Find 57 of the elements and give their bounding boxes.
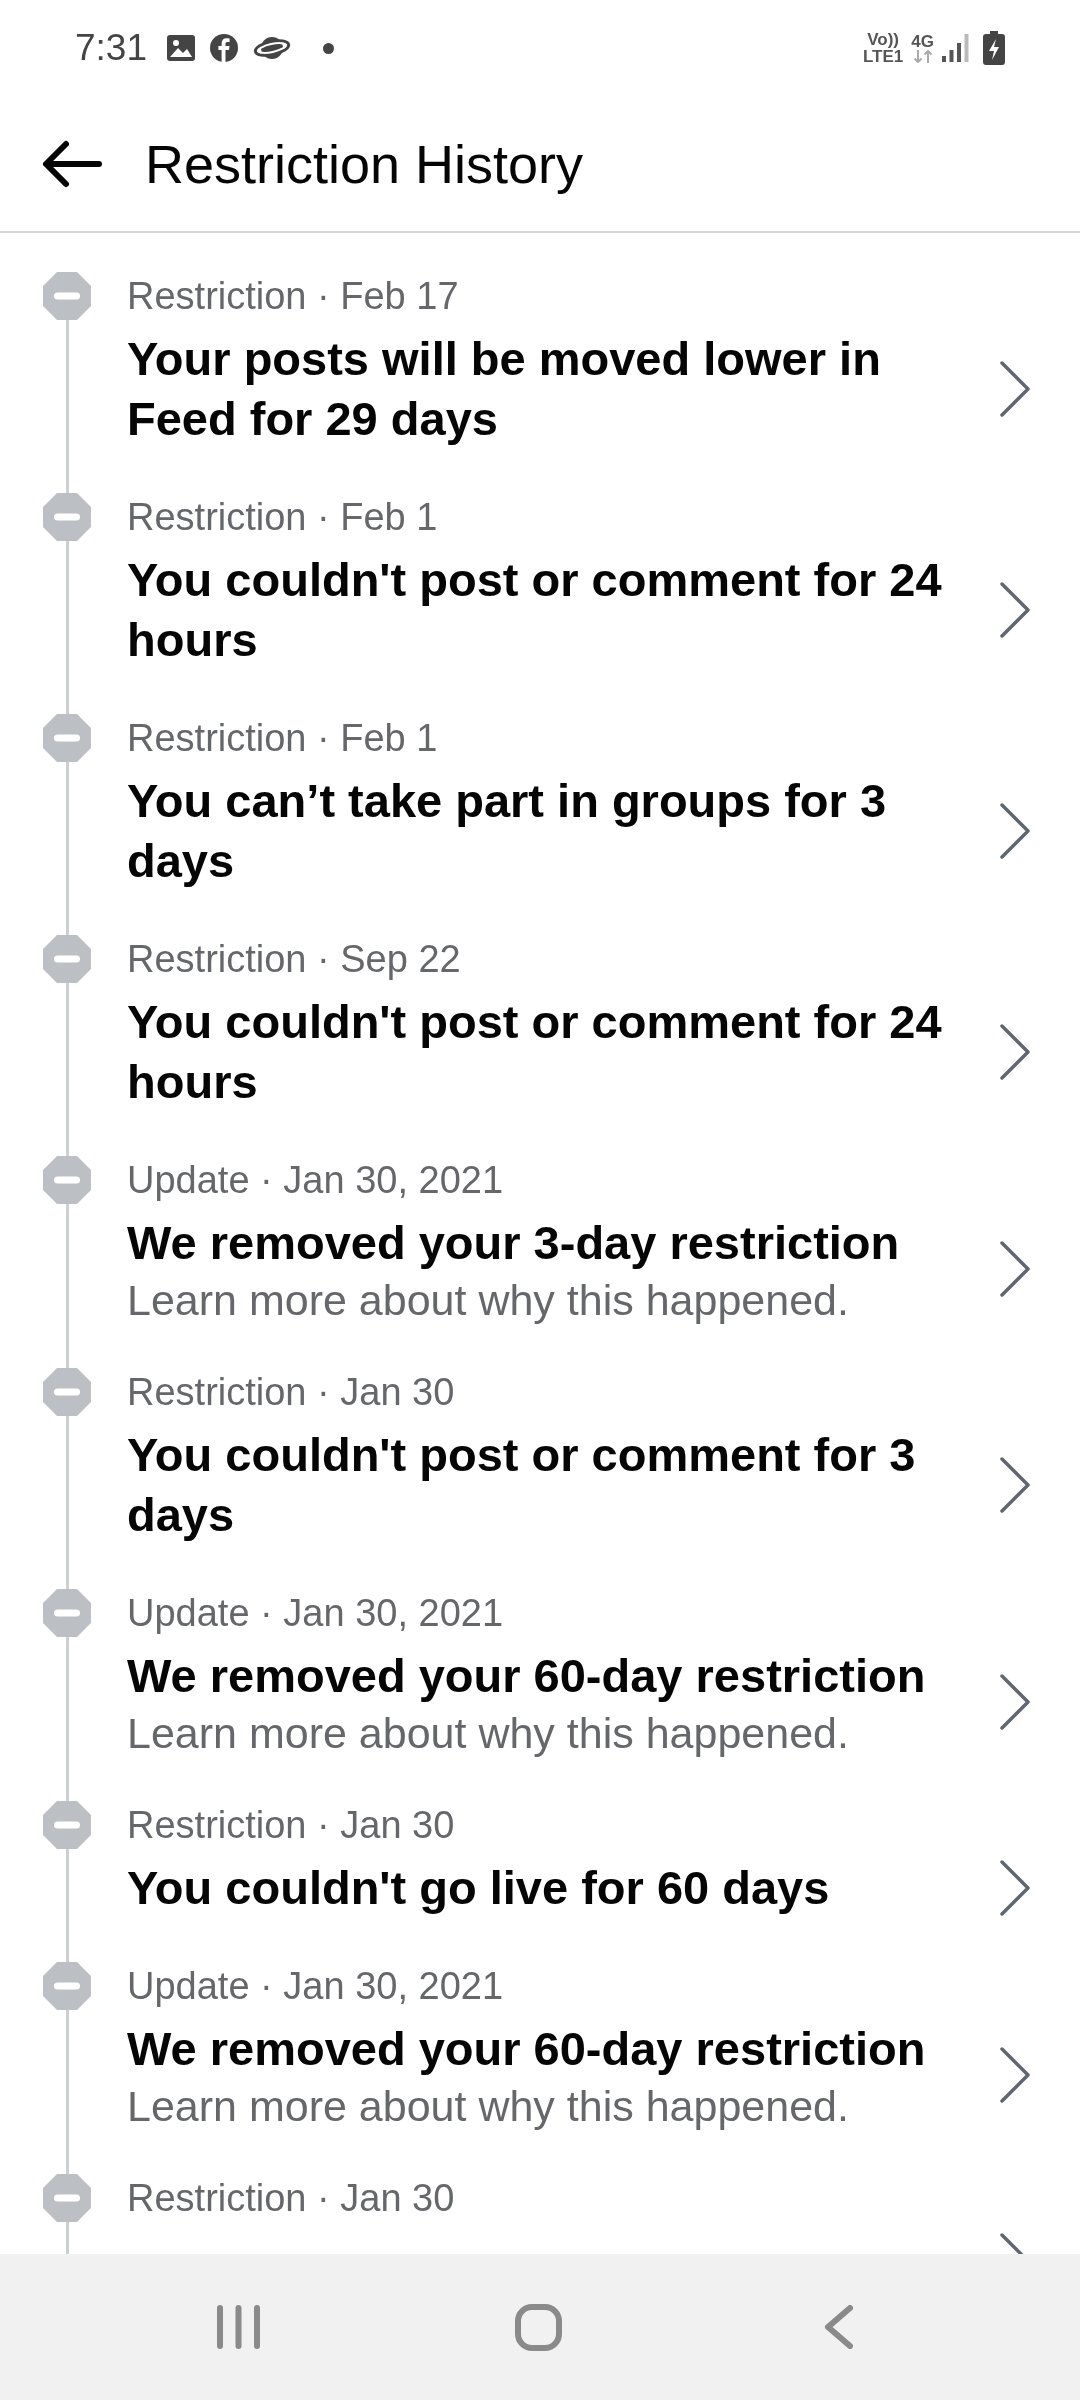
entry-type-date: Update · Jan 30, 2021 bbox=[127, 1964, 504, 2009]
octagon-minus-icon bbox=[43, 2174, 91, 2222]
volte-label: LTE1 bbox=[863, 48, 904, 65]
battery-charging-icon bbox=[983, 31, 1005, 65]
signal-bars-icon bbox=[942, 34, 969, 62]
recents-icon[interactable] bbox=[217, 2305, 260, 2349]
octagon-minus-icon bbox=[43, 1156, 91, 1204]
back-arrow-icon[interactable] bbox=[41, 138, 102, 189]
page-title: Restriction History bbox=[145, 132, 584, 196]
entry-type-date: Restriction · Jan 30 bbox=[127, 1803, 455, 1848]
octagon-minus-icon bbox=[43, 1962, 91, 2010]
entry-title: You couldn't post or comment for 3 days bbox=[127, 1427, 917, 1543]
entry-title: You can’t take part in groups for 3 days bbox=[127, 773, 888, 889]
octagon-minus-icon bbox=[43, 935, 91, 983]
chevron-right-icon[interactable] bbox=[999, 1859, 1031, 1917]
home-icon[interactable] bbox=[515, 2303, 562, 2351]
entry-title: Your posts will be moved lower in Feed for 29 days bbox=[127, 331, 882, 447]
entry-type-date: Restriction · Feb 1 bbox=[127, 495, 438, 540]
entry-title: You couldn't post or comment for 24 hours bbox=[127, 994, 943, 1110]
learn-more-text: Learn more about why this happened. bbox=[127, 1709, 849, 1757]
entry-title: We removed your 60-day restriction bbox=[127, 2021, 926, 2077]
chevron-right-icon[interactable] bbox=[999, 1672, 1031, 1731]
f-logo-icon bbox=[210, 34, 238, 62]
network-type: 4G bbox=[911, 33, 934, 50]
entry-type-date: Restriction · Feb 17 bbox=[127, 274, 459, 319]
entry-type-date: Update · Jan 30, 2021 bbox=[127, 1591, 504, 1636]
chevron-right-icon[interactable] bbox=[999, 360, 1031, 418]
chevron-right-icon[interactable] bbox=[999, 2045, 1031, 2104]
chevron-right-icon[interactable] bbox=[999, 1456, 1031, 1514]
octagon-minus-icon bbox=[43, 714, 91, 762]
dot-icon bbox=[323, 42, 334, 54]
learn-more-text: Learn more about why this happened. bbox=[127, 2082, 849, 2130]
octagon-minus-icon bbox=[43, 493, 91, 541]
octagon-minus-icon bbox=[43, 272, 91, 320]
planet-icon bbox=[253, 34, 291, 62]
entry-title: We removed your 60-day restriction bbox=[127, 1648, 926, 1704]
entry-type-date: Restriction · Sep 22 bbox=[127, 937, 461, 982]
octagon-minus-icon bbox=[43, 1368, 91, 1416]
up-down-arrows-icon bbox=[912, 50, 933, 63]
entry-title: We removed your 3-day restriction bbox=[127, 1215, 900, 1271]
image-icon bbox=[167, 35, 195, 61]
octagon-minus-icon bbox=[43, 1589, 91, 1637]
volte-label: Vo)) bbox=[867, 31, 900, 48]
chevron-right-icon[interactable] bbox=[999, 802, 1031, 860]
entry-type-date: Restriction · Jan 30 bbox=[127, 1370, 455, 1415]
entry-type-date: Restriction · Feb 1 bbox=[127, 716, 438, 761]
chevron-right-icon[interactable] bbox=[999, 1023, 1031, 1081]
clock-time: 7:31 bbox=[75, 26, 147, 70]
learn-more-text: Learn more about why this happened. bbox=[127, 1276, 849, 1324]
entry-title: You couldn't go live for 60 days bbox=[127, 1860, 830, 1916]
back-icon[interactable] bbox=[824, 2305, 853, 2349]
entry-title: You couldn't post or comment for 24 hours bbox=[127, 552, 943, 668]
chevron-right-icon[interactable] bbox=[999, 581, 1031, 639]
octagon-minus-icon bbox=[43, 1801, 91, 1849]
entry-type-date: Update · Jan 30, 2021 bbox=[127, 1158, 504, 1203]
entry-type-date: Restriction · Jan 30 bbox=[127, 2176, 455, 2221]
chevron-right-icon[interactable] bbox=[999, 1239, 1031, 1298]
